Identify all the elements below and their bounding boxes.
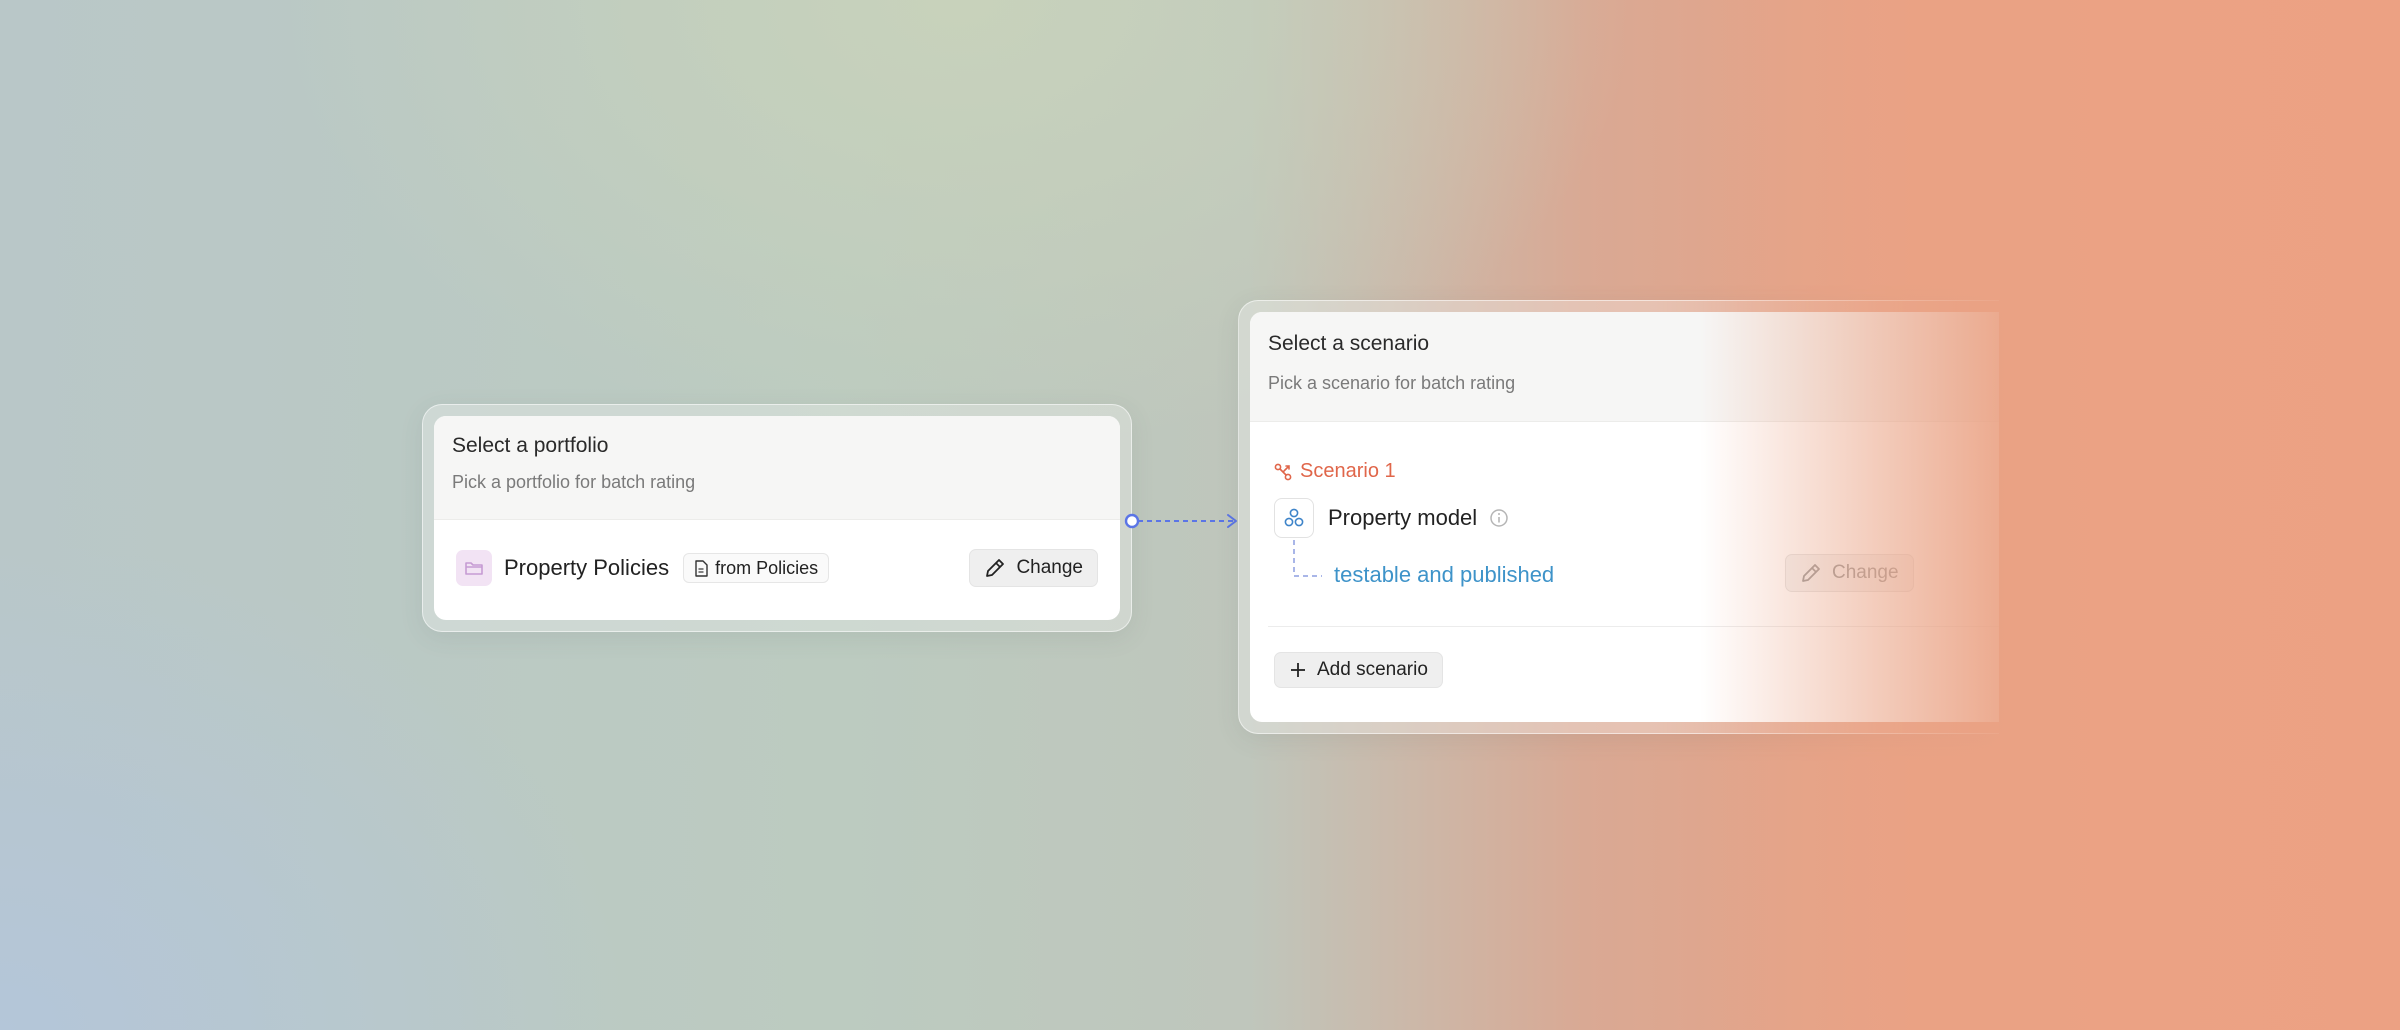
info-icon[interactable] [1489, 508, 1509, 528]
portfolio-card-inner: Select a portfolio Pick a portfolio for … [434, 416, 1120, 620]
portfolio-title: Select a portfolio [452, 434, 609, 457]
scenario-title: Select a scenario [1268, 332, 1430, 355]
portfolio-change-button[interactable]: Change [969, 549, 1098, 587]
connector-arrow [1124, 513, 1237, 529]
scenario-subtitle: Pick a scenario for batch rating [1268, 373, 1516, 393]
portfolio-row: Property Policies from Policies Change [434, 520, 1120, 616]
portfolio-card-header: Select a portfolio Pick a portfolio for … [434, 416, 1120, 520]
scenario-label: Scenario 1 [1300, 460, 1396, 482]
folder-icon [456, 550, 492, 586]
model-icon [1274, 498, 1314, 538]
scenario-change-label: Change [1832, 562, 1899, 583]
divider [1268, 626, 1999, 627]
scenario-card-header: Select a scenario Pick a scenario for ba… [1250, 312, 1999, 422]
version-link[interactable]: testable and published [1334, 562, 1554, 588]
scenario-change-button[interactable]: Change [1785, 554, 1914, 592]
source-chip-label: from Policies [715, 557, 819, 578]
source-chip[interactable]: from Policies [683, 553, 830, 583]
scenario-branch-icon [1274, 463, 1292, 480]
portfolio-card: Select a portfolio Pick a portfolio for … [422, 404, 1132, 632]
portfolio-name: Property Policies [504, 555, 670, 580]
portfolio-change-label: Change [1016, 557, 1083, 578]
pencil-icon [986, 559, 1005, 577]
plus-icon [1291, 663, 1305, 677]
pencil-icon [1802, 564, 1820, 582]
model-name: Property model [1328, 505, 1478, 530]
add-scenario-label: Add scenario [1317, 659, 1428, 680]
model-row: Property model [1274, 498, 1509, 538]
tree-connector [1293, 540, 1322, 577]
scenario-card: Select a scenario Pick a scenario for ba… [1238, 300, 1999, 734]
document-icon [695, 559, 708, 577]
portfolio-subtitle: Pick a portfolio for batch rating [452, 472, 696, 492]
scenario-label-row: Scenario 1 [1274, 460, 1396, 483]
add-scenario-button[interactable]: Add scenario [1274, 652, 1443, 688]
scenario-card-inner: Select a scenario Pick a scenario for ba… [1250, 312, 1999, 722]
